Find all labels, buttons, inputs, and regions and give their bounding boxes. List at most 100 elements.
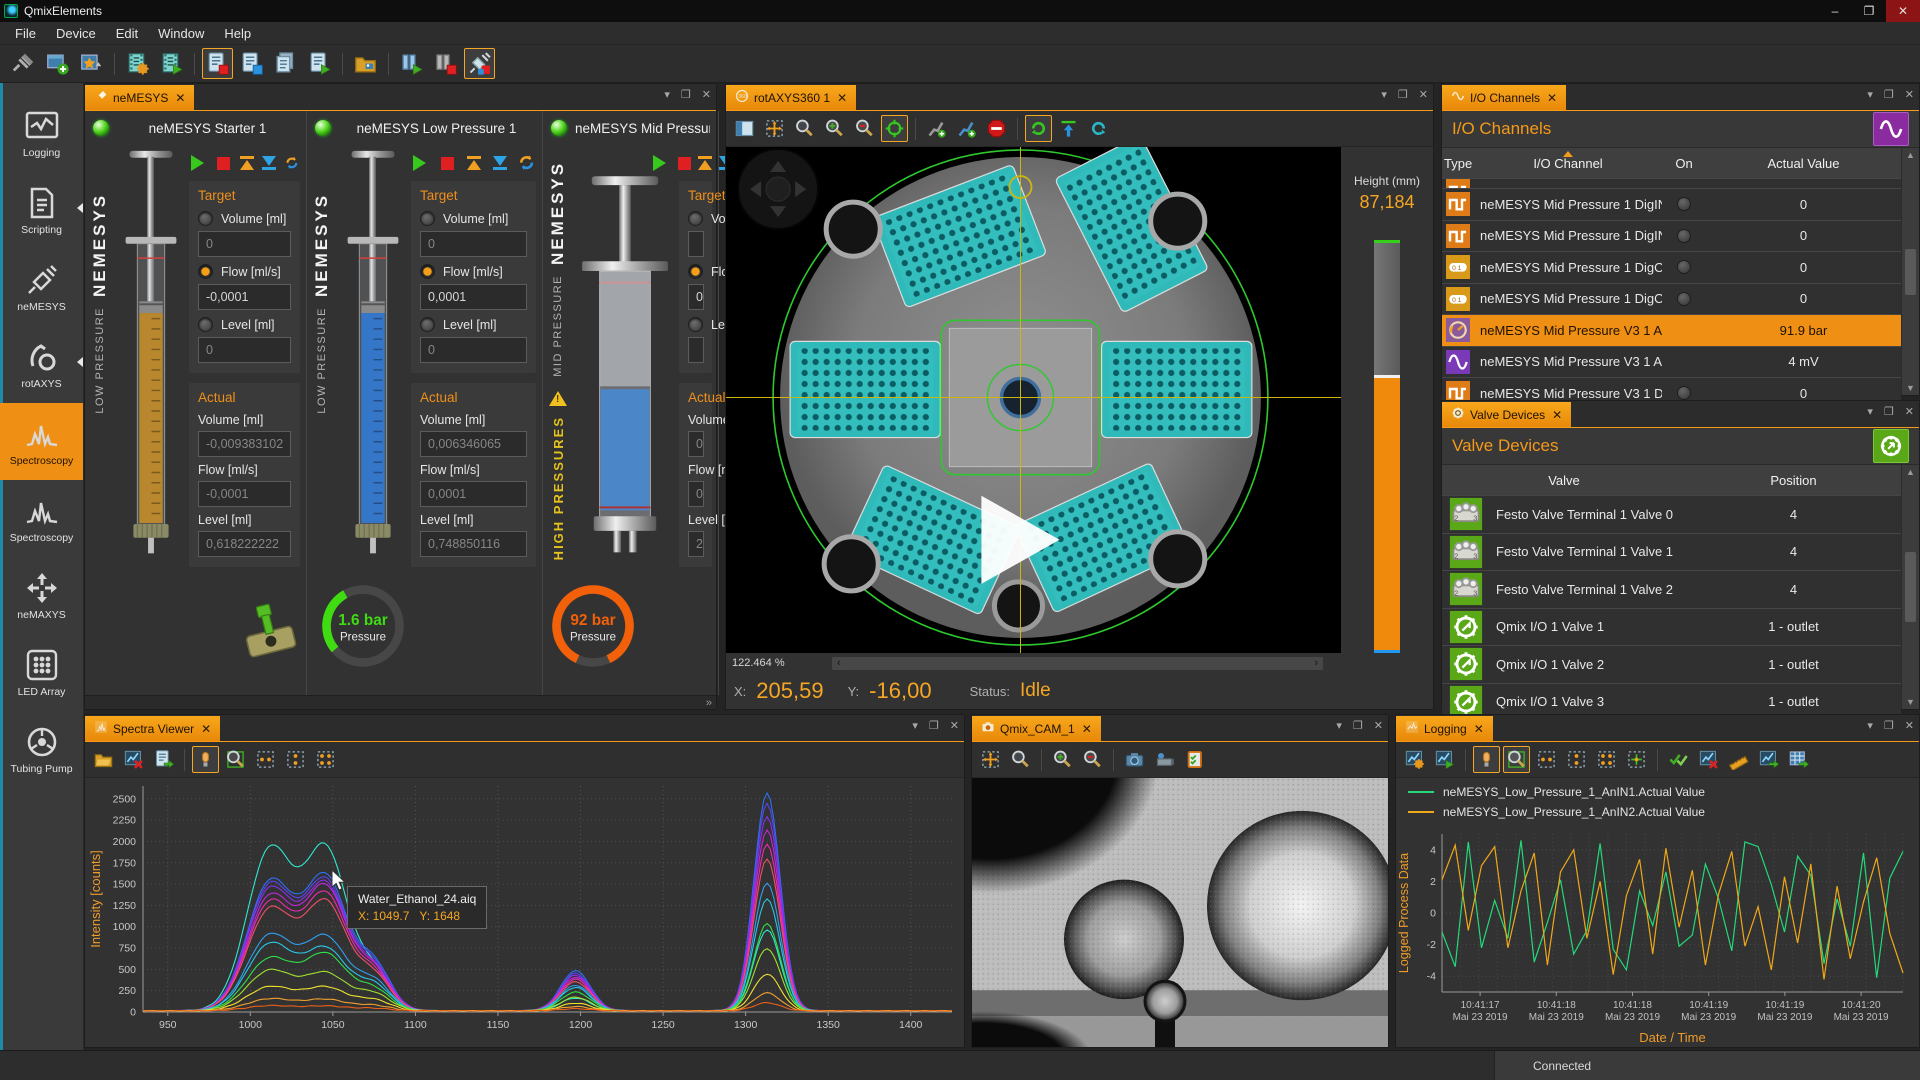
channel-on-radio[interactable] xyxy=(1677,292,1691,306)
stop-button[interactable] xyxy=(216,153,232,173)
zoom-out-icon[interactable] xyxy=(1079,746,1106,773)
menu-help[interactable]: Help xyxy=(215,24,260,43)
chart-config-icon[interactable] xyxy=(1401,746,1428,773)
menu-device[interactable]: Device xyxy=(47,24,105,43)
zoom-fit-icon[interactable] xyxy=(1623,746,1650,773)
io-channel-row[interactable]: 0 1 neMESYS Mid Pressure 1 DigOUT 1 0 xyxy=(1442,252,1901,284)
move-target-icon[interactable] xyxy=(761,115,788,142)
chart-delete-icon[interactable] xyxy=(120,746,147,773)
zoom-in-icon[interactable] xyxy=(821,115,848,142)
valve-table-header[interactable]: ValvePosition xyxy=(1442,465,1901,496)
tab-io-channels[interactable]: I/O Channels✕ xyxy=(1442,85,1566,110)
valve-row[interactable]: 23 Festo Valve Terminal 1 Valve 2 4 xyxy=(1442,571,1901,609)
move-top-icon[interactable] xyxy=(1055,115,1082,142)
target-flow-input[interactable]: -0,0001 xyxy=(198,284,291,310)
chart-run-icon[interactable] xyxy=(1431,746,1458,773)
stop-sign-icon[interactable] xyxy=(983,115,1010,142)
tab-close-icon[interactable]: ✕ xyxy=(1082,722,1092,736)
script-config-icon[interactable] xyxy=(122,48,153,79)
valve-device-button[interactable] xyxy=(1873,429,1909,463)
float-icon[interactable]: ❐ xyxy=(929,721,939,732)
tab-close-icon[interactable]: ✕ xyxy=(1552,408,1562,422)
zoom-out-icon[interactable] xyxy=(851,115,878,142)
panel-menu-icon[interactable]: ▾ xyxy=(1867,721,1873,732)
tab-close-icon[interactable]: ✕ xyxy=(201,722,211,736)
projector-icon[interactable] xyxy=(1151,746,1178,773)
favorites-icon[interactable] xyxy=(76,48,107,79)
logging-chart[interactable]: 420-2-410:41:17Mai 23 201910:41:18Mai 23… xyxy=(1396,826,1919,1047)
export-doc-icon[interactable] xyxy=(150,746,177,773)
tab-close-icon[interactable]: ✕ xyxy=(175,91,185,105)
check-all-icon[interactable] xyxy=(1665,746,1692,773)
sidebar-item-rotaxys[interactable]: rotAXYS xyxy=(0,326,83,403)
io-table-header[interactable]: TypeI/O ChannelOnActual Value xyxy=(1442,148,1901,179)
maximize-button[interactable]: ❐ xyxy=(1852,0,1886,22)
zoom-original-icon[interactable]: 10 xyxy=(791,115,818,142)
float-icon[interactable]: ❐ xyxy=(1398,90,1408,101)
empty-button[interactable] xyxy=(491,153,510,173)
fill-button[interactable] xyxy=(464,153,483,173)
target-level-radio[interactable] xyxy=(198,317,213,332)
fill-button[interactable] xyxy=(239,153,255,173)
close-button[interactable]: ✕ xyxy=(1886,0,1920,22)
io-channel-row[interactable]: neMESYS Mid Pressure V3 1 AnalogIN 1 91.… xyxy=(1442,315,1901,347)
sidebar-item-scripting[interactable]: Scripting xyxy=(0,172,83,249)
float-icon[interactable]: ❐ xyxy=(1884,721,1894,732)
stop-button[interactable] xyxy=(438,153,457,173)
panel-toggle-icon[interactable] xyxy=(731,115,758,142)
export-table-icon[interactable] xyxy=(1785,746,1812,773)
menu-window[interactable]: Window xyxy=(149,24,213,43)
panel-close-icon[interactable]: ✕ xyxy=(1905,721,1914,732)
menu-edit[interactable]: Edit xyxy=(107,24,147,43)
target-volume-radio[interactable] xyxy=(198,211,213,226)
export-image-icon[interactable] xyxy=(1755,746,1782,773)
turntable-camera-view[interactable] xyxy=(726,147,1341,653)
crosshair-icon[interactable] xyxy=(881,115,908,142)
io-channel-row[interactable]: neMESYS Mid Pressure 1 DigIN 2 0 xyxy=(1442,189,1901,221)
tab-rotaxys360[interactable]: 360 rotAXYS360 1✕ xyxy=(726,85,856,110)
tab-close-icon[interactable]: ✕ xyxy=(1547,91,1557,105)
dpad-control[interactable] xyxy=(738,149,818,229)
measure-icon[interactable] xyxy=(1725,746,1752,773)
move-target-icon[interactable] xyxy=(977,746,1004,773)
script-copy-icon[interactable] xyxy=(270,48,301,79)
valve-row[interactable]: 23 Festo Valve Terminal 1 Valve 0 4 xyxy=(1442,496,1901,534)
script-stop-icon[interactable] xyxy=(202,48,233,79)
pointer-bulb-icon[interactable] xyxy=(1473,746,1500,773)
zoom-free-icon[interactable] xyxy=(1593,746,1620,773)
table-vscrollbar[interactable]: ▲▼ xyxy=(1901,148,1919,395)
checklist-icon[interactable] xyxy=(1181,746,1208,773)
zoom-rect-icon[interactable] xyxy=(222,746,249,773)
sidebar-item-led-array[interactable]: LED Array xyxy=(0,634,83,711)
sidebar-item-logging[interactable]: Logging xyxy=(0,95,83,172)
chart-delete-icon[interactable] xyxy=(1695,746,1722,773)
view-hscrollbar[interactable]: ‹› xyxy=(832,657,1323,670)
tab-close-icon[interactable]: ✕ xyxy=(1474,722,1484,736)
zoom-original-icon[interactable]: 10 xyxy=(1007,746,1034,773)
arm-add-blue-icon[interactable] xyxy=(953,115,980,142)
sidebar-item-tubing-pump[interactable]: Tubing Pump xyxy=(0,711,83,788)
connect-icon[interactable] xyxy=(8,48,39,79)
refill-button[interactable] xyxy=(517,153,536,173)
valve-row[interactable]: Qmix I/O 1 Valve 1 1 - outlet xyxy=(1442,609,1901,647)
panel-menu-icon[interactable]: ▾ xyxy=(1867,90,1873,101)
minimize-button[interactable]: – xyxy=(1818,0,1852,22)
stop-button[interactable] xyxy=(678,153,691,173)
menu-file[interactable]: File xyxy=(6,24,45,43)
io-channel-row[interactable]: 0 1 neMESYS Mid Pressure 1 DigOUT 2 0 xyxy=(1442,284,1901,316)
target-flow-radio[interactable] xyxy=(198,264,213,279)
spectra-chart[interactable]: Water_Ethanol_24.aiq X: 1049.7 Y: 1648 9… xyxy=(85,778,964,1047)
zoom-v-icon[interactable] xyxy=(282,746,309,773)
analog-channel-button[interactable] xyxy=(1873,112,1909,146)
target-volume-radio[interactable] xyxy=(420,211,435,226)
zoom-v-icon[interactable] xyxy=(1563,746,1590,773)
pumps-run-icon[interactable] xyxy=(396,48,427,79)
script-pause-icon[interactable] xyxy=(236,48,267,79)
script-run-icon[interactable] xyxy=(156,48,187,79)
rotate-cw-icon[interactable] xyxy=(1085,115,1112,142)
sidebar-item-nemaxys[interactable]: neMAXYS xyxy=(0,557,83,634)
tab-logging[interactable]: Logging✕ xyxy=(1396,716,1493,741)
new-project-icon[interactable] xyxy=(42,48,73,79)
height-slider[interactable] xyxy=(1374,240,1400,653)
target-volume-radio[interactable] xyxy=(688,211,703,226)
